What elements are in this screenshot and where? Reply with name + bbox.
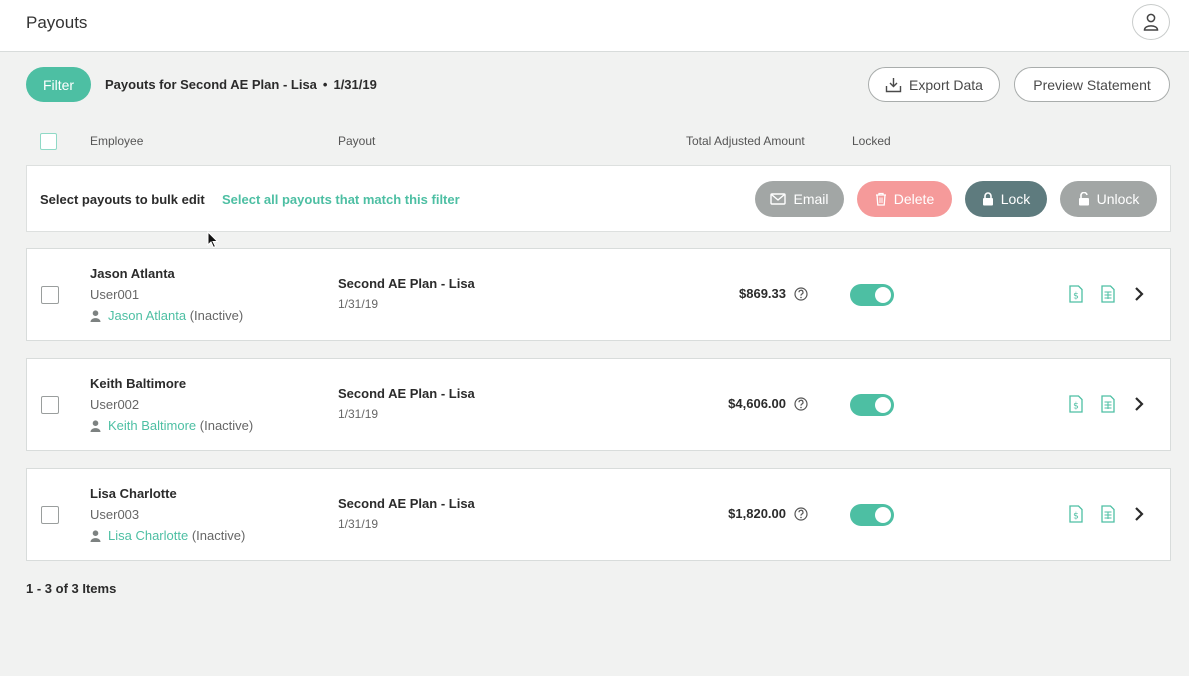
preview-statement-label: Preview Statement xyxy=(1033,76,1151,93)
person-icon xyxy=(90,309,101,322)
payout-amount: $4,606.00 xyxy=(728,396,786,411)
employee-name: Jason Atlanta xyxy=(90,266,175,281)
select-all-matching-link[interactable]: Select all payouts that match this filte… xyxy=(222,192,460,207)
bulk-unlock-button[interactable]: Unlock xyxy=(1060,181,1157,217)
payout-plan: Second AE Plan - Lisa xyxy=(338,386,475,401)
locked-toggle[interactable] xyxy=(850,394,894,416)
chevron-right-icon[interactable] xyxy=(1133,286,1145,302)
employee-id: User003 xyxy=(90,507,140,522)
filter-separator: • xyxy=(322,77,328,92)
trash-icon xyxy=(875,192,886,206)
row-checkbox[interactable] xyxy=(41,506,59,524)
toggle-knob xyxy=(875,397,891,413)
payout-amount: $869.33 xyxy=(739,286,786,301)
row-checkbox[interactable] xyxy=(41,286,59,304)
svg-text:$: $ xyxy=(1073,402,1079,412)
page-title: Payouts xyxy=(26,13,88,32)
bulk-lock-label: Lock xyxy=(1000,191,1031,207)
employee-id: User002 xyxy=(90,397,140,412)
toggle-knob xyxy=(875,287,891,303)
bulk-delete-button[interactable]: Delete xyxy=(857,181,952,217)
bulk-email-button[interactable]: Email xyxy=(755,181,844,217)
export-data-label: Export Data xyxy=(909,76,983,93)
unlock-icon xyxy=(1078,192,1089,206)
payout-amount: $1,820.00 xyxy=(728,506,786,521)
statement-dollar-icon[interactable]: $ xyxy=(1069,395,1083,413)
employee-user-link: Jason Atlanta (Inactive) xyxy=(90,308,243,323)
user-icon xyxy=(1143,13,1159,31)
download-icon xyxy=(885,77,902,92)
user-menu-button[interactable] xyxy=(1132,4,1170,40)
employee-user-link: Lisa Charlotte (Inactive) xyxy=(90,528,245,543)
employee-id: User001 xyxy=(90,287,140,302)
statement-dollar-icon[interactable]: $ xyxy=(1069,505,1083,523)
toggle-knob xyxy=(875,507,891,523)
envelope-icon xyxy=(770,193,787,205)
column-header-total: Total Adjusted Amount xyxy=(686,134,805,148)
chevron-right-icon[interactable] xyxy=(1133,506,1145,522)
payout-plan: Second AE Plan - Lisa xyxy=(338,276,475,291)
column-header-payout: Payout xyxy=(338,134,376,148)
top-bar: Payouts xyxy=(0,0,1189,52)
bulk-unlock-label: Unlock xyxy=(1096,191,1140,207)
person-icon xyxy=(90,419,101,432)
select-all-checkbox[interactable] xyxy=(40,133,57,150)
filter-description: Payouts for Second AE Plan - Lisa • 1/31/1… xyxy=(105,77,377,92)
payout-date: 1/31/19 xyxy=(338,407,379,421)
employee-status: (Inactive) xyxy=(199,418,254,433)
filter-date: 1/31/19 xyxy=(333,77,377,92)
column-header-employee: Employee xyxy=(90,134,144,148)
preview-statement-button[interactable]: Preview Statement xyxy=(1014,67,1170,102)
payout-row[interactable]: Jason Atlanta User001 Jason Atlanta (Ina… xyxy=(26,248,1171,341)
help-icon[interactable] xyxy=(794,507,808,521)
payout-row[interactable]: Keith Baltimore User002 Keith Baltimore … xyxy=(26,358,1171,451)
statement-dollar-icon[interactable]: $ xyxy=(1069,285,1083,303)
bulk-email-label: Email xyxy=(793,191,829,207)
employee-status: (Inactive) xyxy=(191,528,246,543)
bulk-lock-button[interactable]: Lock xyxy=(965,181,1047,217)
payout-date: 1/31/19 xyxy=(338,297,379,311)
filter-button[interactable]: Filter xyxy=(26,67,91,102)
bulk-delete-label: Delete xyxy=(893,191,935,207)
svg-text:$: $ xyxy=(1073,512,1079,522)
mouse-cursor-icon xyxy=(207,231,219,249)
locked-toggle[interactable] xyxy=(850,504,894,526)
person-icon xyxy=(90,529,101,542)
help-icon[interactable] xyxy=(794,397,808,411)
payout-row[interactable]: Lisa Charlotte User003 Lisa Charlotte (I… xyxy=(26,468,1171,561)
employee-link[interactable]: Keith Baltimore xyxy=(108,418,196,433)
column-header-locked: Locked xyxy=(852,134,891,148)
bulk-edit-bar: Select payouts to bulk edit Select all p… xyxy=(26,165,1171,232)
lock-icon xyxy=(982,192,993,206)
bulk-edit-label: Select payouts to bulk edit xyxy=(40,192,205,207)
locked-toggle[interactable] xyxy=(850,284,894,306)
svg-text:$: $ xyxy=(1073,292,1079,302)
payout-date: 1/31/19 xyxy=(338,517,379,531)
export-data-button[interactable]: Export Data xyxy=(868,67,1000,102)
calculation-sheet-icon[interactable] xyxy=(1101,285,1115,303)
employee-name: Keith Baltimore xyxy=(90,376,187,391)
pagination-summary: 1 - 3 of 3 Items xyxy=(26,581,117,596)
calculation-sheet-icon[interactable] xyxy=(1101,395,1115,413)
help-icon[interactable] xyxy=(794,287,808,301)
employee-user-link: Keith Baltimore (Inactive) xyxy=(90,418,253,433)
employee-link[interactable]: Jason Atlanta xyxy=(108,308,186,323)
employee-name: Lisa Charlotte xyxy=(90,486,177,501)
employee-link[interactable]: Lisa Charlotte xyxy=(108,528,188,543)
employee-status: (Inactive) xyxy=(189,308,244,323)
chevron-right-icon[interactable] xyxy=(1133,396,1145,412)
calculation-sheet-icon[interactable] xyxy=(1101,505,1115,523)
filter-description-text: Payouts for Second AE Plan - Lisa xyxy=(105,77,317,92)
row-checkbox[interactable] xyxy=(41,396,59,414)
payout-plan: Second AE Plan - Lisa xyxy=(338,496,475,511)
